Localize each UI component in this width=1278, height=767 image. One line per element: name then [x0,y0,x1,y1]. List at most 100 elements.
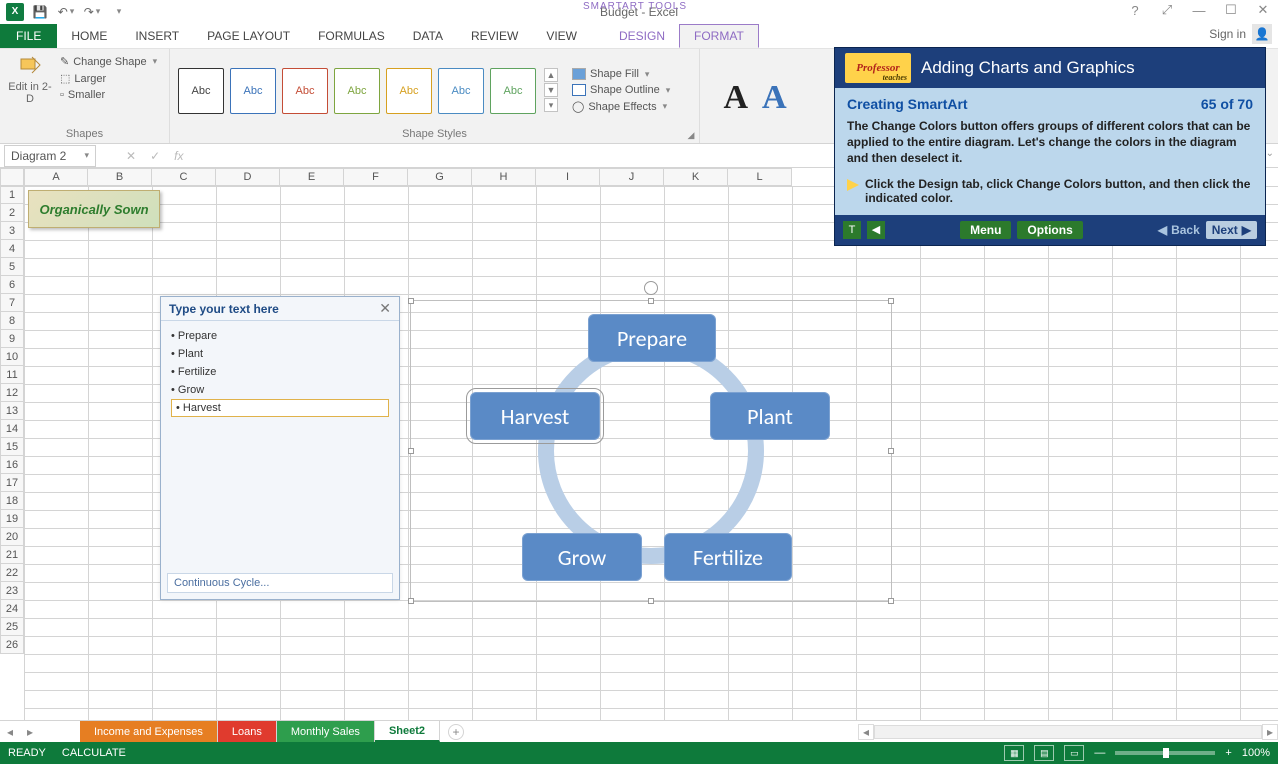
resize-handle[interactable] [408,448,414,454]
smaller-button[interactable]: ▫Smaller [60,89,157,101]
column-header[interactable]: J [600,168,664,186]
hscroll-right-icon[interactable]: ▸ [1262,724,1278,740]
row-header[interactable]: 26 [0,636,24,654]
row-header[interactable]: 7 [0,294,24,312]
column-header[interactable]: E [280,168,344,186]
larger-button[interactable]: ⬚Larger [60,72,157,85]
row-header[interactable]: 23 [0,582,24,600]
hscroll-left-icon[interactable]: ◂ [858,724,874,740]
column-header[interactable]: I [536,168,600,186]
row-header[interactable]: 4 [0,240,24,258]
text-pane-item[interactable]: Prepare [171,327,389,345]
row-header[interactable]: 2 [0,204,24,222]
name-box[interactable]: Diagram 2 ▾ [4,145,96,167]
undo-icon[interactable]: ↶▾ [56,2,76,22]
view-page-layout-icon[interactable]: ▤ [1034,745,1054,761]
resize-handle[interactable] [648,298,654,304]
row-header[interactable]: 8 [0,312,24,330]
zoom-level[interactable]: 100% [1242,747,1270,759]
cancel-icon[interactable]: ✕ [126,149,136,163]
resize-handle[interactable] [648,598,654,604]
row-header[interactable]: 10 [0,348,24,366]
row-headers[interactable]: 1234567891011121314151617181920212223242… [0,186,24,654]
text-pane-close-icon[interactable]: ✕ [379,300,391,317]
enter-icon[interactable]: ✓ [150,149,160,163]
fx-icon[interactable]: fx [174,149,183,163]
tab-formulas[interactable]: FORMULAS [304,24,399,48]
column-header[interactable]: C [152,168,216,186]
view-page-break-icon[interactable]: ▭ [1064,745,1084,761]
sheet-tab-loans[interactable]: Loans [218,721,277,742]
tutorial-next-button[interactable]: Next ▶ [1206,221,1257,239]
column-headers[interactable]: ABCDEFGHIJKL [24,168,792,186]
text-pane-footer[interactable]: Continuous Cycle... [167,573,393,593]
text-pane-item[interactable]: Fertilize [171,363,389,381]
row-header[interactable]: 3 [0,222,24,240]
worksheet-area[interactable]: ABCDEFGHIJKL 123456789101112131415161718… [0,168,1278,720]
text-pane-item[interactable]: Harvest [171,399,389,417]
change-shape-button[interactable]: ✎Change Shape▾ [60,55,157,68]
sheet-nav-prev-icon[interactable]: ▸ [20,721,40,742]
close-icon[interactable]: ✕ [1252,0,1274,20]
sign-in[interactable]: Sign in 👤 [1209,24,1272,44]
tab-home[interactable]: HOME [57,24,121,48]
edit-in-2d-button[interactable]: Edit in 2-D [8,53,52,105]
tab-file[interactable]: FILE [0,24,57,48]
tab-view[interactable]: VIEW [532,24,591,48]
row-header[interactable]: 12 [0,384,24,402]
tab-data[interactable]: DATA [399,24,457,48]
zoom-out-icon[interactable]: — [1094,747,1105,759]
formula-bar-expand-icon[interactable]: ⌄ [1266,148,1274,159]
tutorial-options-button[interactable]: Options [1017,221,1082,239]
tutorial-t-button[interactable]: T [843,221,861,239]
row-header[interactable]: 16 [0,456,24,474]
text-pane-item[interactable]: Grow [171,381,389,399]
row-header[interactable]: 19 [0,510,24,528]
smartart-node-harvest[interactable]: Harvest [470,392,600,440]
row-header[interactable]: 15 [0,438,24,456]
qat-customize-icon[interactable]: ▾ [108,2,128,22]
column-header[interactable]: H [472,168,536,186]
text-pane-list[interactable]: PreparePlantFertilizeGrowHarvest [161,321,399,423]
smartart-text-pane[interactable]: Type your text here ✕ PreparePlantFertil… [160,296,400,600]
name-box-dropdown-icon[interactable]: ▾ [84,150,89,161]
row-header[interactable]: 25 [0,618,24,636]
wordart-style-1[interactable]: A [723,79,748,117]
column-header[interactable]: F [344,168,408,186]
shape-outline-button[interactable]: Shape Outline▾ [572,84,670,96]
gallery-scroll[interactable]: ▲▼▾ [544,68,558,113]
select-all-corner[interactable] [0,168,24,186]
row-header[interactable]: 20 [0,528,24,546]
shape-style-gallery[interactable]: Abc Abc Abc Abc Abc Abc Abc ▲▼▾ [178,68,558,114]
wordart-style-2[interactable]: A [762,79,787,117]
minimize-icon[interactable]: — [1188,0,1210,20]
resize-handle[interactable] [888,448,894,454]
smartart-node-fertilize[interactable]: Fertilize [664,533,792,581]
tutorial-back-button[interactable]: ◀ Back [1158,223,1200,237]
tab-page-layout[interactable]: PAGE LAYOUT [193,24,304,48]
row-header[interactable]: 13 [0,402,24,420]
zoom-slider[interactable] [1115,751,1215,755]
row-header[interactable]: 21 [0,546,24,564]
dialog-launcher-icon[interactable]: ◢ [685,129,697,141]
column-header[interactable]: G [408,168,472,186]
row-header[interactable]: 18 [0,492,24,510]
horizontal-scrollbar[interactable]: ◂ ▸ [858,721,1278,743]
column-header[interactable]: K [664,168,728,186]
redo-icon[interactable]: ↷▾ [82,2,102,22]
smartart-node-prepare[interactable]: Prepare [588,314,716,362]
shape-fill-button[interactable]: Shape Fill▾ [572,68,670,80]
column-header[interactable]: D [216,168,280,186]
smartart-node-grow[interactable]: Grow [522,533,642,581]
row-header[interactable]: 6 [0,276,24,294]
row-header[interactable]: 1 [0,186,24,204]
column-header[interactable]: B [88,168,152,186]
row-header[interactable]: 11 [0,366,24,384]
rotate-handle-icon[interactable] [644,281,658,295]
help-icon[interactable]: ? [1124,0,1146,20]
resize-handle[interactable] [408,598,414,604]
resize-handle[interactable] [888,298,894,304]
row-header[interactable]: 14 [0,420,24,438]
tutorial-prev-small[interactable]: ◀ [867,221,885,239]
ribbon-options-icon[interactable]: ⤢ [1156,0,1178,20]
